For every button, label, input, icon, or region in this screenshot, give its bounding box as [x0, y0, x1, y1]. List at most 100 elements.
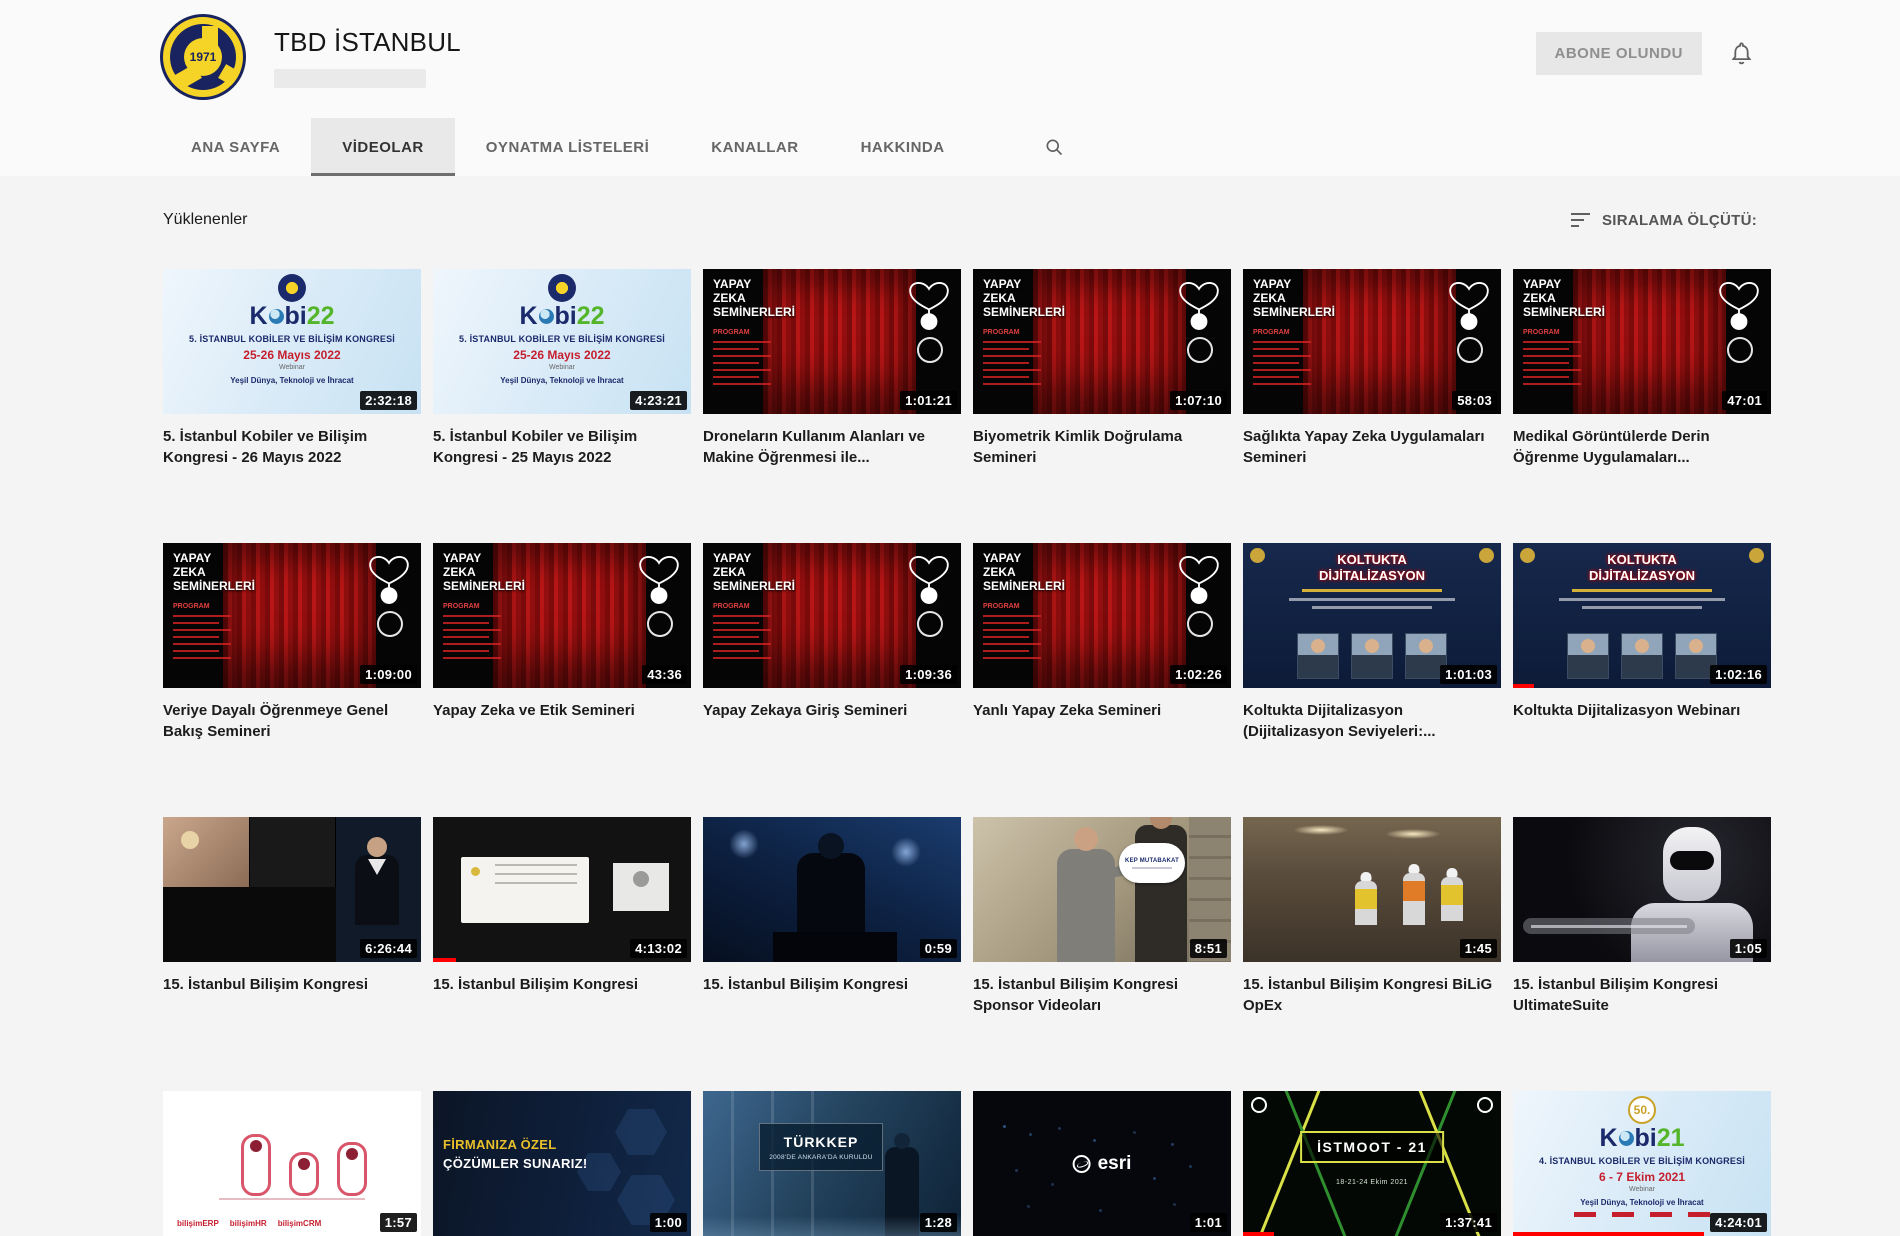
tab-ana-sayfa[interactable]: ANA SAYFA	[160, 118, 311, 176]
video-title[interactable]: 15. İstanbul Bilişim Kongresi	[433, 974, 691, 995]
speaker-figure	[355, 855, 399, 925]
robot-head	[1663, 827, 1721, 901]
video-card[interactable]: Kbi22 5. İSTANBUL KOBİLER VE BİLİŞİM KON…	[433, 269, 691, 468]
video-title[interactable]: 15. İstanbul Bilişim Kongresi BiLiG OpEx	[1243, 974, 1501, 1016]
video-card[interactable]: bilişimERPbilişimHRbilişimCRM 1:57	[163, 1091, 421, 1236]
thumb-art-shape	[443, 650, 489, 652]
thumb-art-shape: KEP MUTABAKAT	[1125, 858, 1179, 864]
video-title[interactable]: 5. İstanbul Kobiler ve Bilişim Kongresi …	[163, 426, 421, 468]
video-thumbnail[interactable]: KEP MUTABAKAT 8:51	[973, 817, 1231, 962]
video-card[interactable]: FİRMANIZA ÖZEL ÇÖZÜMLER SUNARIZ! 1:00	[433, 1091, 691, 1236]
tab-videolar[interactable]: VİDEOLAR	[311, 118, 455, 176]
video-thumbnail[interactable]: 1:05	[1513, 817, 1771, 962]
video-thumbnail[interactable]: YAPAYZEKASEMİNERLERİ PROGRAM 1:02:26	[973, 543, 1231, 688]
video-title[interactable]: Koltukta Dijitalizasyon Webinarı	[1513, 700, 1771, 721]
thumb-art-shape	[1192, 588, 1207, 603]
video-thumbnail[interactable]: YAPAYZEKASEMİNERLERİ PROGRAM 58:03	[1243, 269, 1501, 414]
video-card[interactable]: TÜRKKEP2008'DE ANKARA'DA KURULDU 1:28	[703, 1091, 961, 1236]
video-card[interactable]: YAPAYZEKASEMİNERLERİ PROGRAM 1:09:36 Yap…	[703, 543, 961, 742]
tab-hakkinda[interactable]: HAKKINDA	[830, 118, 976, 176]
thumb-art-shape	[910, 283, 948, 310]
video-thumbnail[interactable]: FİRMANIZA ÖZEL ÇÖZÜMLER SUNARIZ! 1:00	[433, 1091, 691, 1236]
tab-kanallar[interactable]: KANALLAR	[680, 118, 829, 176]
video-thumbnail[interactable]: bilişimERPbilişimHRbilişimCRM 1:57	[163, 1091, 421, 1236]
video-card[interactable]: YAPAYZEKASEMİNERLERİ PROGRAM 47:01 Medik…	[1513, 269, 1771, 468]
congress-date: 25-26 Mayıs 2022	[433, 348, 691, 362]
seminar-series-title: YAPAYZEKASEMİNERLERİ	[713, 551, 795, 593]
video-title[interactable]: 5. İstanbul Kobiler ve Bilişim Kongresi …	[433, 426, 691, 468]
video-card[interactable]: 1:45 15. İstanbul Bilişim Kongresi BiLiG…	[1243, 817, 1501, 1016]
video-title[interactable]: 15. İstanbul Bilişim Kongresi UltimateSu…	[1513, 974, 1771, 1016]
video-thumbnail[interactable]: YAPAYZEKASEMİNERLERİ PROGRAM 1:09:00	[163, 543, 421, 688]
video-thumbnail[interactable]: 6:26:44	[163, 817, 421, 962]
duration-badge: 1:01:21	[900, 391, 957, 410]
video-card[interactable]: KOLTUKTADİJİTALİZASYON 1:02:16 Koltukta …	[1513, 543, 1771, 742]
video-title[interactable]: 15. İstanbul Bilişim Kongresi	[163, 974, 421, 995]
channel-search-button[interactable]	[1018, 118, 1090, 176]
video-card[interactable]: YAPAYZEKASEMİNERLERİ PROGRAM 58:03 Sağlı…	[1243, 269, 1501, 468]
seminar-series-title: YAPAYZEKASEMİNERLERİ	[713, 277, 795, 319]
duration-badge: 0:59	[920, 939, 957, 958]
thumb-art-shape	[1732, 314, 1747, 329]
video-card[interactable]: 0:59 15. İstanbul Bilişim Kongresi	[703, 817, 961, 1016]
video-title[interactable]: Droneların Kullanım Alanları ve Makine Ö…	[703, 426, 961, 468]
video-thumbnail[interactable]: 50. Kbi21 4. İSTANBUL KOBİLER VE BİLİŞİM…	[1513, 1091, 1771, 1236]
sort-button[interactable]: SIRALAMA ÖLÇÜTÜ:	[1571, 212, 1757, 229]
video-title[interactable]: Yapay Zeka ve Etik Semineri	[433, 700, 691, 721]
worker-figure	[1441, 877, 1463, 921]
video-title[interactable]: 15. İstanbul Bilişim Kongresi	[703, 974, 961, 995]
thumb-art-shape	[713, 657, 771, 659]
video-thumbnail[interactable]: Kbi22 5. İSTANBUL KOBİLER VE BİLİŞİM KON…	[163, 269, 421, 414]
video-thumbnail[interactable]: Kbi22 5. İSTANBUL KOBİLER VE BİLİŞİM KON…	[433, 269, 691, 414]
channel-avatar[interactable]: 1971	[160, 14, 246, 100]
video-card[interactable]: YAPAYZEKASEMİNERLERİ PROGRAM 1:07:10 Biy…	[973, 269, 1231, 468]
video-thumbnail[interactable]: TÜRKKEP2008'DE ANKARA'DA KURULDU 1:28	[703, 1091, 961, 1236]
kep-badge: KEP MUTABAKAT	[1119, 843, 1185, 883]
thumb-art-shape	[983, 376, 1029, 378]
podium-graphic	[773, 932, 897, 962]
video-thumbnail[interactable]: KOLTUKTADİJİTALİZASYON 1:02:16	[1513, 543, 1771, 688]
video-thumbnail[interactable]: 1:45	[1243, 817, 1501, 962]
video-title[interactable]: Yanlı Yapay Zeka Semineri	[973, 700, 1231, 721]
video-thumbnail[interactable]: YAPAYZEKASEMİNERLERİ PROGRAM 1:09:36	[703, 543, 961, 688]
video-card[interactable]: YAPAYZEKASEMİNERLERİ PROGRAM 1:01:21 Dro…	[703, 269, 961, 468]
tab-oynatma-listeleri[interactable]: OYNATMA LİSTELERİ	[455, 118, 681, 176]
video-card[interactable]: 4:13:02 15. İstanbul Bilişim Kongresi	[433, 817, 691, 1016]
video-thumbnail[interactable]: YAPAYZEKASEMİNERLERİ PROGRAM 47:01	[1513, 269, 1771, 414]
video-thumbnail[interactable]: 4:13:02	[433, 817, 691, 962]
video-thumbnail[interactable]: YAPAYZEKASEMİNERLERİ PROGRAM 1:07:10	[973, 269, 1231, 414]
program-lines	[173, 615, 231, 664]
thumb-art-shape	[1559, 598, 1725, 601]
video-card[interactable]: YAPAYZEKASEMİNERLERİ PROGRAM 43:36 Yapay…	[433, 543, 691, 742]
video-title[interactable]: Yapay Zekaya Giriş Semineri	[703, 700, 961, 721]
subscribe-button[interactable]: ABONE OLUNDU	[1536, 32, 1703, 75]
thumb-art-shape	[173, 636, 219, 638]
video-thumbnail[interactable]: YAPAYZEKASEMİNERLERİ PROGRAM 1:01:21	[703, 269, 961, 414]
notification-bell-icon[interactable]	[1728, 40, 1755, 67]
video-card[interactable]: YAPAYZEKASEMİNERLERİ PROGRAM 1:09:00 Ver…	[163, 543, 421, 742]
video-card[interactable]: 1:05 15. İstanbul Bilişim Kongresi Ultim…	[1513, 817, 1771, 1016]
video-title[interactable]: Sağlıkta Yapay Zeka Uygulamaları Seminer…	[1243, 426, 1501, 468]
video-card[interactable]: İSTMOOT - 21 18-21-24 Ekim 2021 1:37:41	[1243, 1091, 1501, 1236]
video-thumbnail[interactable]: 0:59	[703, 817, 961, 962]
thumb-art-shape	[713, 348, 759, 350]
video-card[interactable]: Kbi22 5. İSTANBUL KOBİLER VE BİLİŞİM KON…	[163, 269, 421, 468]
video-thumbnail[interactable]: YAPAYZEKASEMİNERLERİ PROGRAM 43:36	[433, 543, 691, 688]
call-frame	[163, 887, 336, 962]
video-title[interactable]: Koltukta Dijitalizasyon (Dijitalizasyon …	[1243, 700, 1501, 742]
video-card[interactable]: KEP MUTABAKAT 8:51 15. İstanbul Bilişim …	[973, 817, 1231, 1016]
video-card[interactable]: 6:26:44 15. İstanbul Bilişim Kongresi	[163, 817, 421, 1016]
video-card[interactable]: YAPAYZEKASEMİNERLERİ PROGRAM 1:02:26 Yan…	[973, 543, 1231, 742]
video-card[interactable]: KOLTUKTADİJİTALİZASYON 1:01:03 Koltukta …	[1243, 543, 1501, 742]
video-title[interactable]: Biyometrik Kimlik Doğrulama Semineri	[973, 426, 1231, 468]
video-title[interactable]: 15. İstanbul Bilişim Kongresi Sponsor Vi…	[973, 974, 1231, 1016]
gold-divider	[1302, 589, 1442, 592]
video-thumbnail[interactable]: İSTMOOT - 21 18-21-24 Ekim 2021 1:37:41	[1243, 1091, 1501, 1236]
video-title[interactable]: Medikal Görüntülerde Derin Öğrenme Uygul…	[1513, 426, 1771, 468]
video-card[interactable]: esri 1:01	[973, 1091, 1231, 1236]
video-thumbnail[interactable]: KOLTUKTADİJİTALİZASYON 1:01:03	[1243, 543, 1501, 688]
video-card[interactable]: 50. Kbi21 4. İSTANBUL KOBİLER VE BİLİŞİM…	[1513, 1091, 1771, 1236]
video-thumbnail[interactable]: esri 1:01	[973, 1091, 1231, 1236]
thumb-art-shape	[1253, 383, 1311, 385]
video-title[interactable]: Veriye Dayalı Öğrenmeye Genel Bakış Semi…	[163, 700, 421, 742]
